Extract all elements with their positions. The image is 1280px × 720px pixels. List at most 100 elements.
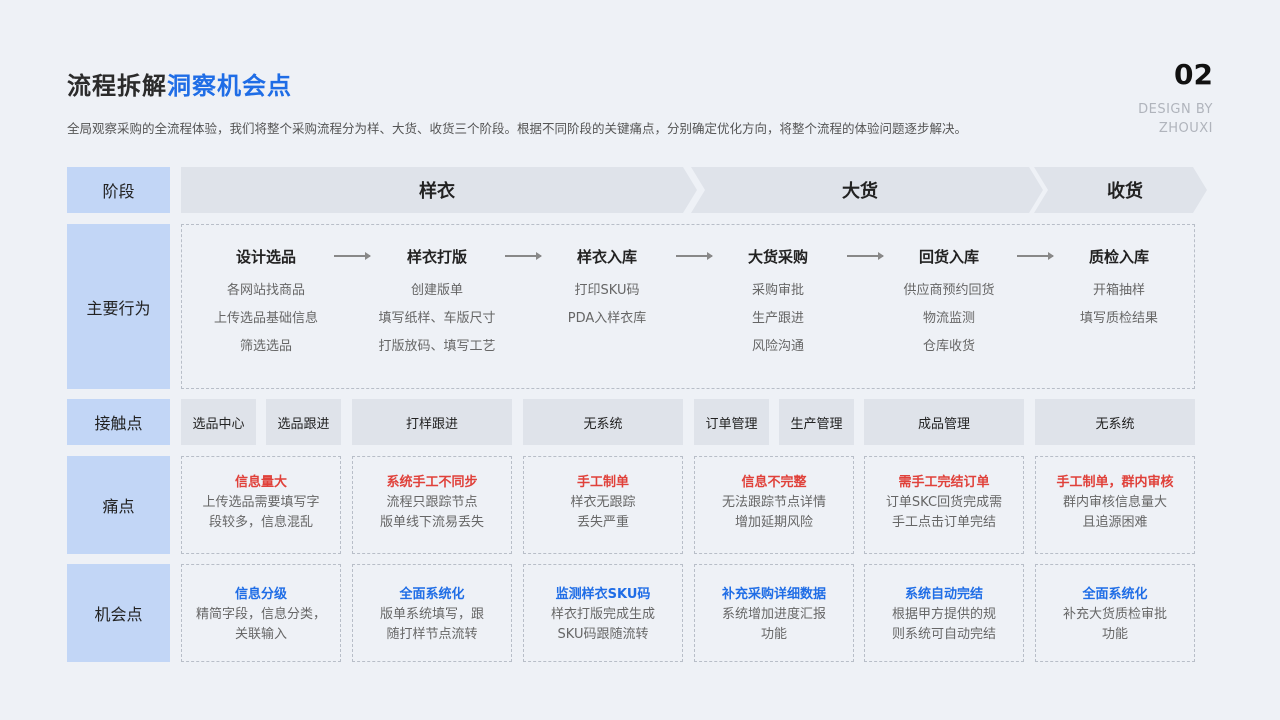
pain-card: 手工制单，群内审核 群内审核信息量大 且追源困难 [1035,456,1195,554]
page-subtitle: 全局观察采购的全流程体验，我们将整个采购流程分为样、大货、收货三个阶段。根据不同… [67,121,968,136]
credit-line-2: ZHOUXI [1158,121,1213,136]
step-item: 各网站找商品 [226,283,305,298]
row-label-opportunity: 机会点 [67,564,170,662]
touchpoint-production-management: 生产管理 [779,399,854,445]
opportunity-line: 系统增加进度汇报 [721,607,826,622]
touchpoint-finished-goods: 成品管理 [864,399,1024,445]
opportunity-card: 全面系统化 补充大货质检审批 功能 [1035,564,1195,662]
pain-card: 系统手工不同步 流程只跟踪节点 版单线下流易丢失 [352,456,512,554]
opportunity-line: 功能 [1101,627,1128,642]
touchpoint-selection-follow: 选品跟进 [266,399,341,445]
opportunity-line: 样衣打版完成生成 [550,607,655,622]
pain-title: 信息不完整 [741,475,807,490]
step-item: 物流监测 [922,311,975,326]
step-title: 大货采购 [747,248,808,266]
pain-line: 丢失严重 [576,515,629,530]
step-qc-warehousing: 质检入库 开箱抽样 填写质检结果 [1039,224,1199,338]
touchpoint-no-system: 无系统 [523,399,683,445]
opportunity-card: 信息分级 精简字段，信息分类， 关联输入 [181,564,341,662]
opportunity-card: 监测样衣SKU码 样衣打版完成生成 SKU码跟随流转 [523,564,683,662]
page-number: 02 [1174,58,1213,91]
opportunity-line: SKU码跟随流转 [557,627,649,642]
step-sample-warehousing: 样衣入库 打印SKU码 PDA入样衣库 [527,224,687,338]
opportunity-card: 系统自动完结 根据甲方提供的规 则系统可自动完结 [864,564,1024,662]
pain-title: 系统手工不同步 [386,475,478,490]
pain-title: 手工制单，群内审核 [1056,475,1174,490]
opportunity-title: 系统自动完结 [904,587,983,602]
step-item: 创建版单 [410,283,463,298]
opportunity-title: 全面系统化 [399,587,465,602]
pain-line: 上传选品需要填写字 [202,495,320,510]
step-item: 填写纸样、车版尺寸 [378,311,496,326]
step-item: 仓库收货 [922,339,975,354]
row-label-stage: 阶段 [67,167,170,213]
opportunity-card: 补充采购详细数据 系统增加进度汇报 功能 [694,564,854,662]
pain-line: 订单SKC回货完成需 [885,495,1003,510]
pain-line: 手工点击订单完结 [891,515,996,530]
step-item: 填写质检结果 [1079,311,1158,326]
row-label-pain: 痛点 [67,456,170,554]
touchpoint-sample-follow: 打样跟进 [352,399,512,445]
step-title: 样衣打版 [406,248,467,266]
pain-title: 需手工完结订单 [898,475,990,490]
credit-line-1: DESIGN BY [1138,102,1213,117]
step-bulk-purchase: 大货采购 采购审批 生产跟进 风险沟通 [698,224,858,366]
step-item: 打版放码、填写工艺 [378,339,496,354]
opportunity-line: 根据甲方提供的规 [891,607,996,622]
stage-label-receive: 收货 [1107,181,1143,202]
step-item: 打印SKU码 [574,283,640,298]
touchpoint-no-system: 无系统 [1035,399,1195,445]
step-item: 生产跟进 [751,311,804,326]
pain-title: 信息量大 [234,475,287,490]
step-item: 开箱抽样 [1092,283,1145,298]
opportunity-line: 功能 [760,627,787,642]
step-item: 采购审批 [751,283,804,298]
opportunity-line: 补充大货质检审批 [1062,607,1167,622]
row-label-touchpoint: 接触点 [67,399,170,445]
design-credit: DESIGN BY ZHOUXI [1138,100,1213,138]
row-label-behavior: 主要行为 [67,224,170,389]
step-item: 筛选选品 [239,339,292,354]
pain-line: 且追源困难 [1082,515,1148,530]
step-item: 供应商预约回货 [903,283,995,298]
opportunity-title: 信息分级 [234,587,287,602]
step-return-warehousing: 回货入库 供应商预约回货 物流监测 仓库收货 [869,224,1029,366]
step-title: 设计选品 [235,248,296,266]
step-title: 回货入库 [918,248,979,266]
step-title: 质检入库 [1088,248,1149,266]
pain-line: 样衣无跟踪 [570,495,636,510]
step-design-selection: 设计选品 各网站找商品 上传选品基础信息 筛选选品 [186,224,346,366]
pain-card: 手工制单 样衣无跟踪 丢失严重 [523,456,683,554]
page-title: 流程拆解洞察机会点 [67,66,292,101]
pain-card: 信息量大 上传选品需要填写字 段较多，信息混乱 [181,456,341,554]
title-accent: 洞察机会点 [167,72,292,100]
pain-line: 版单线下流易丢失 [379,515,484,530]
step-item: 上传选品基础信息 [213,311,318,326]
opportunity-title: 全面系统化 [1082,587,1148,602]
opportunity-line: 精简字段，信息分类， [195,607,326,622]
touchpoint-selection-center: 选品中心 [181,399,256,445]
step-title: 样衣入库 [576,248,637,266]
stage-label-sample: 样衣 [419,181,455,202]
touchpoint-order-management: 订单管理 [694,399,769,445]
pain-line: 流程只跟踪节点 [386,495,478,510]
opportunity-line: 版单系统填写，跟 [379,607,484,622]
pain-line: 群内审核信息量大 [1062,495,1167,510]
step-item: PDA入样衣库 [567,311,647,326]
stage-label-bulk: 大货 [842,181,878,202]
opportunity-line: 关联输入 [234,627,287,642]
opportunity-line: 则系统可自动完结 [891,627,996,642]
opportunity-title: 补充采购详细数据 [721,587,826,602]
pain-card: 需手工完结订单 订单SKC回货完成需 手工点击订单完结 [864,456,1024,554]
step-item: 风险沟通 [751,339,804,354]
pain-line: 无法跟踪节点详情 [721,495,826,510]
opportunity-line: 随打样节点流转 [386,627,478,642]
pain-line: 增加延期风险 [734,515,813,530]
pain-title: 手工制单 [576,475,629,490]
opportunity-card: 全面系统化 版单系统填写，跟 随打样节点流转 [352,564,512,662]
title-plain: 流程拆解 [67,72,167,100]
pain-card: 信息不完整 无法跟踪节点详情 增加延期风险 [694,456,854,554]
step-sample-pattern: 样衣打版 创建版单 填写纸样、车版尺寸 打版放码、填写工艺 [357,224,517,366]
opportunity-title: 监测样衣SKU码 [555,587,651,602]
pain-line: 段较多，信息混乱 [208,515,313,530]
